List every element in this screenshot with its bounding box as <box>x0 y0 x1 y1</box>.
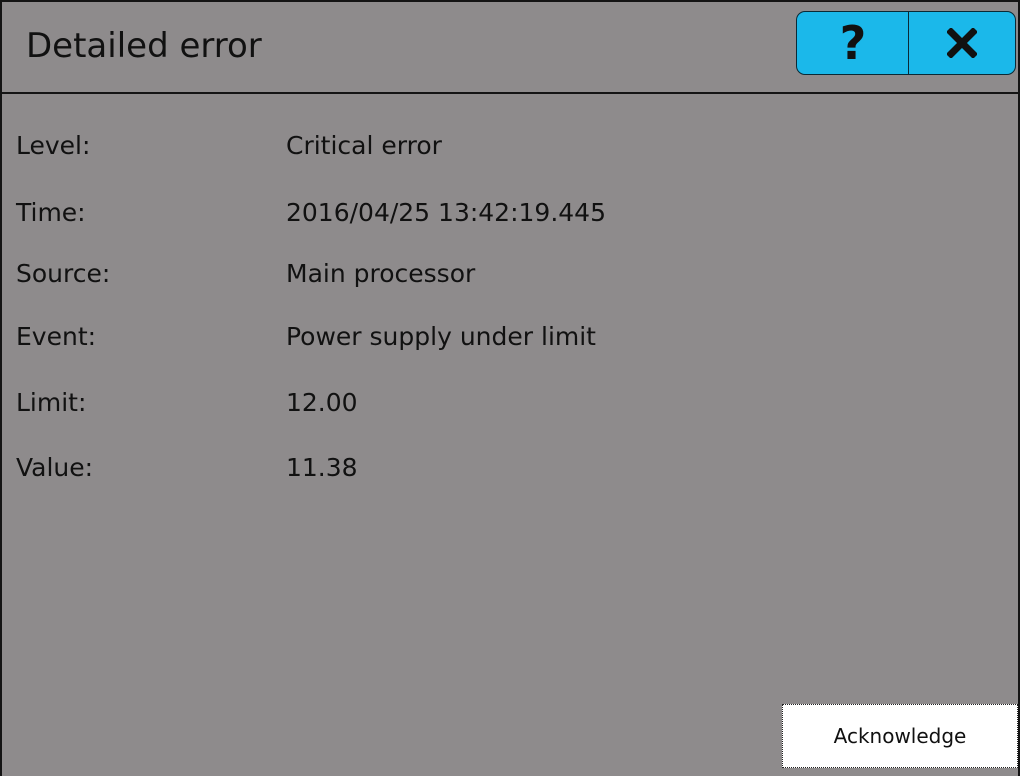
level-label: Level: <box>16 131 91 160</box>
error-detail-screen: Detailed error ? Level: Critical error T… <box>0 0 1020 776</box>
limit-label: Limit: <box>16 388 87 417</box>
title-bar: Detailed error ? <box>2 2 1018 94</box>
source-value: Main processor <box>286 259 476 288</box>
time-label: Time: <box>16 198 86 227</box>
acknowledge-button[interactable]: Acknowledge <box>782 704 1018 768</box>
close-button[interactable] <box>908 11 1016 75</box>
help-button[interactable]: ? <box>796 11 910 75</box>
close-icon <box>947 28 977 58</box>
event-value: Power supply under limit <box>286 322 596 351</box>
event-label: Event: <box>16 322 97 351</box>
help-icon: ? <box>839 16 867 70</box>
limit-value: 12.00 <box>286 388 358 417</box>
level-value: Critical error <box>286 131 442 160</box>
value-value: 11.38 <box>286 453 358 482</box>
source-label: Source: <box>16 259 111 288</box>
value-label: Value: <box>16 453 94 482</box>
page-title: Detailed error <box>26 26 262 66</box>
time-value: 2016/04/25 13:42:19.445 <box>286 198 606 227</box>
